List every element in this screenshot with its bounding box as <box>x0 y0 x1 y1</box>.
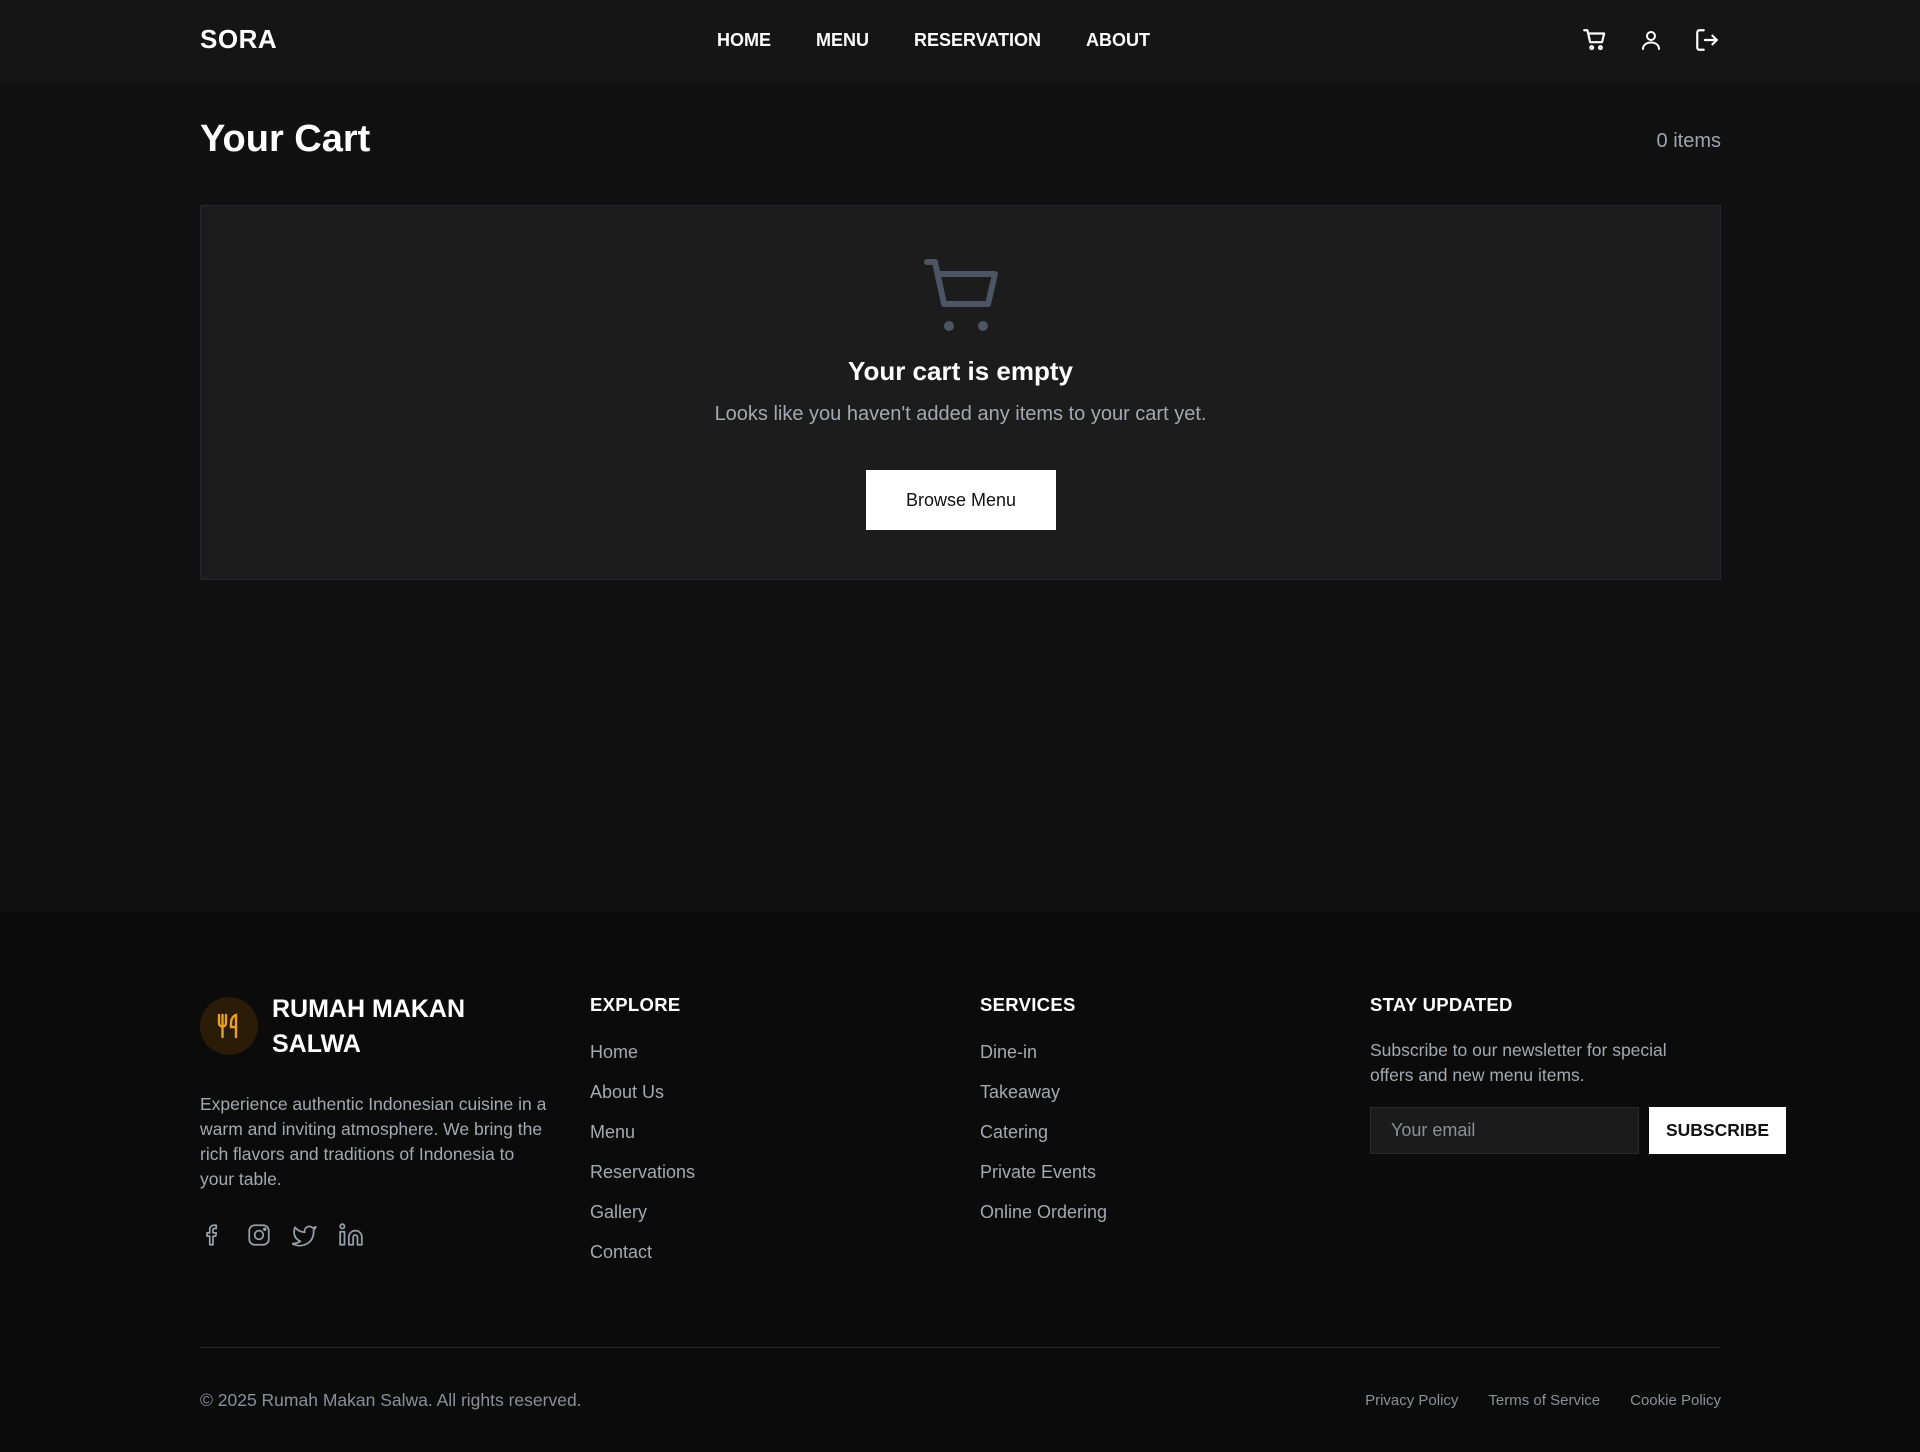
footer-link-catering[interactable]: Catering <box>980 1122 1107 1162</box>
cart-page: SORA HOME MENU RESERVATION ABOUT Your Ca… <box>0 0 1920 1452</box>
footer-link-about-us[interactable]: About Us <box>590 1082 695 1122</box>
social-links <box>200 1222 366 1250</box>
footer-link-contact[interactable]: Contact <box>590 1242 695 1282</box>
footer-link-takeaway[interactable]: Takeaway <box>980 1082 1107 1122</box>
footer-link-private-events[interactable]: Private Events <box>980 1162 1107 1202</box>
empty-cart-title: Your cart is empty <box>848 356 1073 386</box>
nav-reservation[interactable]: RESERVATION <box>914 30 1041 51</box>
top-header: SORA HOME MENU RESERVATION ABOUT <box>0 0 1920 82</box>
browse-menu-button[interactable]: Browse Menu <box>866 470 1056 530</box>
twitter-icon[interactable] <box>291 1222 320 1250</box>
empty-cart-subtitle: Looks like you haven't added any items t… <box>714 403 1207 425</box>
footer-brand-description: Experience authentic Indonesian cuisine … <box>200 1094 547 1189</box>
nav-home[interactable]: HOME <box>717 30 771 51</box>
footer-divider <box>200 1347 1721 1348</box>
logout-icon[interactable] <box>1693 26 1721 54</box>
terms-of-service-link[interactable]: Terms of Service <box>1488 1392 1600 1409</box>
empty-cart-card: Your cart is empty Looks like you haven'… <box>200 205 1721 580</box>
services-heading: SERVICES <box>980 994 1076 1015</box>
empty-cart-icon <box>923 256 1003 336</box>
footer-link-menu[interactable]: Menu <box>590 1122 695 1162</box>
explore-links: Home About Us Menu Reservations Gallery … <box>590 1042 695 1282</box>
legal-links: Privacy Policy Terms of Service Cookie P… <box>1365 1392 1721 1409</box>
footer-link-gallery[interactable]: Gallery <box>590 1202 695 1242</box>
nav-menu[interactable]: MENU <box>816 30 869 51</box>
page-title: Your Cart <box>200 118 371 160</box>
cart-item-count: 0 items <box>1656 130 1721 152</box>
footer-link-online-ordering[interactable]: Online Ordering <box>980 1202 1107 1242</box>
copyright-text: © 2025 Rumah Makan Salwa. All rights res… <box>200 1390 582 1410</box>
linkedin-icon[interactable] <box>338 1222 366 1250</box>
facebook-icon[interactable] <box>200 1222 228 1250</box>
footer-brand-name: RUMAH MAKAN SALWA <box>272 995 466 1058</box>
cookie-policy-link[interactable]: Cookie Policy <box>1630 1392 1721 1409</box>
header-actions <box>1581 26 1721 54</box>
main-nav: HOME MENU RESERVATION ABOUT <box>717 30 1150 51</box>
site-logo[interactable]: SORA <box>200 24 277 55</box>
footer-link-home[interactable]: Home <box>590 1042 695 1082</box>
nav-about[interactable]: ABOUT <box>1086 30 1150 51</box>
privacy-policy-link[interactable]: Privacy Policy <box>1365 1392 1458 1409</box>
cart-icon[interactable] <box>1581 26 1609 54</box>
footer-link-dine-in[interactable]: Dine-in <box>980 1042 1107 1082</box>
explore-heading: EXPLORE <box>590 994 681 1015</box>
instagram-icon[interactable] <box>246 1222 274 1250</box>
site-footer: RUMAH MAKAN SALWA Experience authentic I… <box>0 912 1920 1452</box>
newsletter-email-input[interactable] <box>1370 1107 1639 1154</box>
subscribe-button[interactable]: SUBSCRIBE <box>1649 1107 1786 1154</box>
newsletter-description: Subscribe to our newsletter for special … <box>1370 1040 1667 1085</box>
user-icon[interactable] <box>1637 26 1665 54</box>
newsletter-heading: STAY UPDATED <box>1370 994 1513 1015</box>
utensils-icon <box>200 997 258 1055</box>
services-links: Dine-in Takeaway Catering Private Events… <box>980 1042 1107 1242</box>
footer-link-reservations[interactable]: Reservations <box>590 1162 695 1202</box>
